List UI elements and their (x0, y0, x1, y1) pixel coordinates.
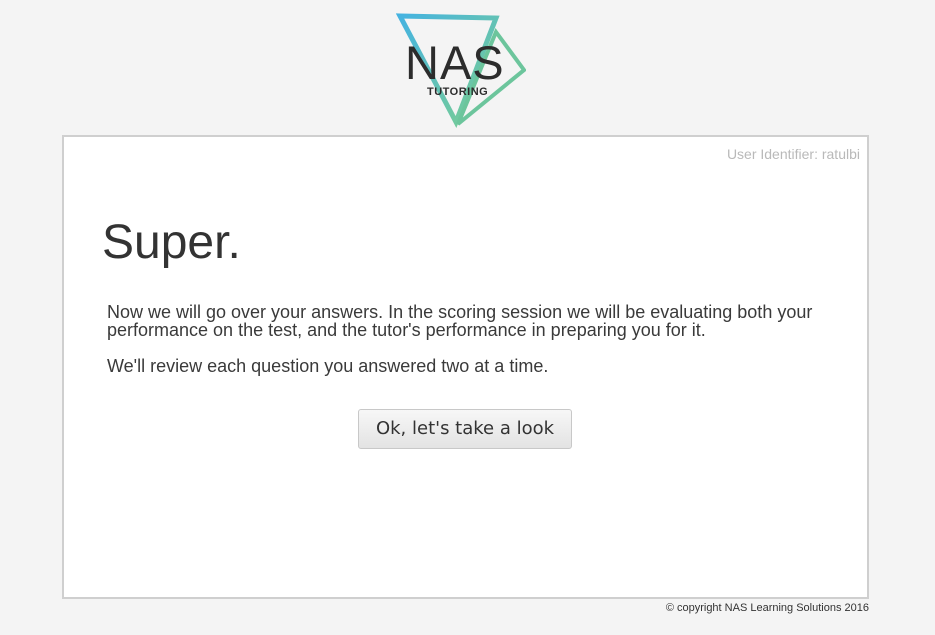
instructions-paragraph-2: We'll review each question you answered … (107, 356, 549, 376)
user-identifier: User Identifier: ratulbi (726, 146, 860, 162)
page-heading: Super. (102, 216, 241, 269)
content-panel: User Identifier: ratulbi Super. Now we w… (62, 135, 869, 599)
take-a-look-button[interactable]: Ok, let's take a look (358, 409, 572, 449)
logo-main-text: NAS (405, 36, 505, 89)
instructions-text: Now we will go over your answers. In the… (107, 303, 837, 375)
copyright-text: © copyright NAS Learning Solutions 2016 (665, 602, 869, 614)
instructions-paragraph-1: Now we will go over your answers. In the… (107, 302, 813, 340)
nas-tutoring-logo: NAS TUTORING (396, 12, 526, 130)
logo-sub-text: TUTORING (427, 86, 489, 98)
